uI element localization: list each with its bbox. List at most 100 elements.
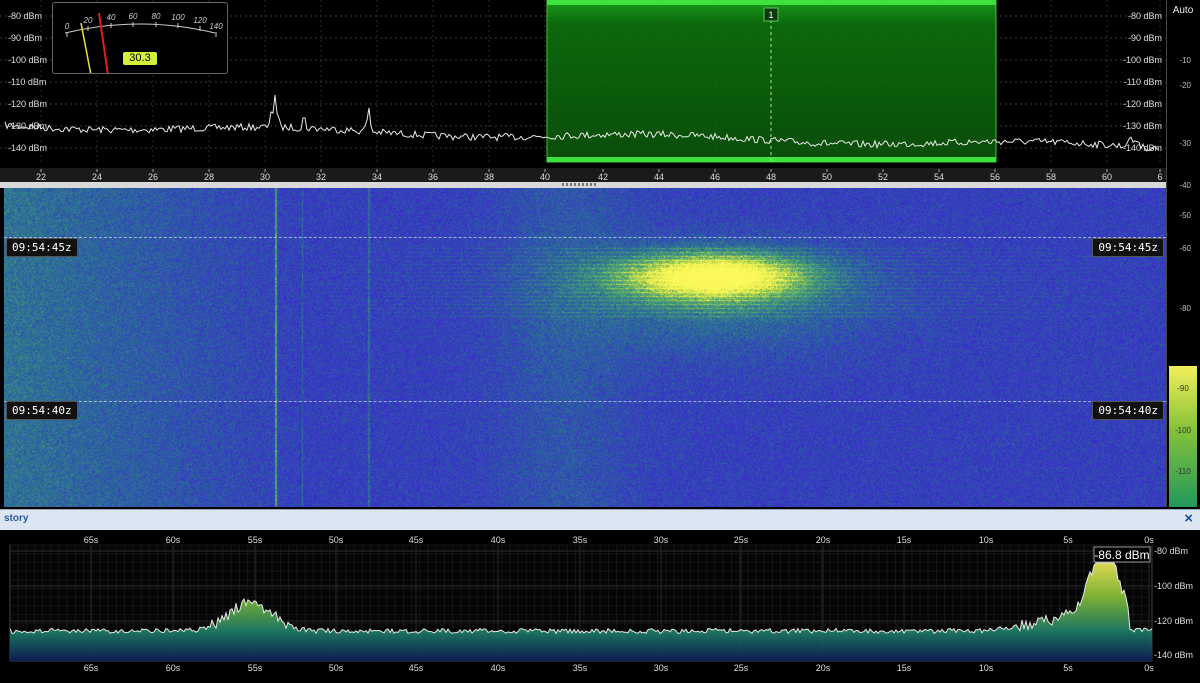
db-scale-label: -140 dBm [8,143,47,153]
db-scale-label: -100 dBm [8,55,47,65]
history-time-label: 60s [166,663,181,673]
history-time-label: 15s [897,535,912,545]
db-scale-label: -120 dBm [8,99,47,109]
history-db-label: -100 dBm [1154,581,1193,591]
history-time-label: 50s [329,663,344,673]
frequency-label: 42 [598,172,608,182]
splitter-grip-icon[interactable] [562,183,598,186]
history-time-label: 25s [734,663,749,673]
db-scale-label: -140 dBm [1123,143,1162,153]
db-scale-label: -110 dBm [1124,77,1162,87]
waterfall-display[interactable]: 09:54:45z 09:54:45z 09:54:40z 09:54:40z [4,188,1166,507]
frequency-label: 34 [372,172,382,182]
s-meter-scale-label: 100 [171,13,185,22]
history-time-label: 10s [979,535,994,545]
spectrum-display[interactable]: 1 -80 dBm -90 dBm -100 dBm -110 dBm -120 dBm… [0,0,1166,168]
s-meter: 0 20 40 60 80 100 120 140 30.3 [52,2,228,76]
frequency-label: 56 [990,172,1000,182]
level-tick-label: -40 [1179,181,1191,190]
history-time-label: 65s [84,535,99,545]
frequency-label: 50 [822,172,832,182]
history-time-label: 50s [329,535,344,545]
s-meter-yellow-needle [80,22,92,76]
history-time-label: 10s [979,663,994,673]
history-title: story [4,513,29,524]
history-panel-header: story × [0,509,1200,530]
db-scale-label: -80 dBm [1128,11,1162,21]
timestamp-line [4,401,1166,402]
history-time-label: 15s [897,663,912,673]
level-tick-label: -30 [1179,139,1191,148]
history-db-label: -120 dBm [1154,616,1193,626]
db-scale-label: -90 dBm [8,33,42,43]
s-meter-scale-label: 120 [193,16,207,25]
s-meter-scale-label: 20 [83,16,93,25]
history-time-label: 55s [248,663,263,673]
db-scale-label: -110 dBm [8,77,46,87]
level-tick-label: -10 [1179,56,1191,65]
level-tick-label: -20 [1179,81,1191,90]
level-tick-label: -80 [1179,304,1191,313]
history-time-label: 20s [816,535,831,545]
db-scale-label: -120 dBm [1123,99,1162,109]
db-scale-label: -90 dBm [1128,33,1162,43]
history-time-label: 25s [734,535,749,545]
frequency-label: 32 [316,172,326,182]
vfo-marker: 1 [768,10,773,20]
level-tick-label: -60 [1179,244,1191,253]
level-tick-label: -50 [1179,211,1191,220]
frequency-label: 44 [654,172,664,182]
history-time-label: 65s [84,663,99,673]
s-meter-readout: 30.3 [123,52,157,65]
frequency-label: 22 [36,172,46,182]
peak-readout: -86.8 dBm [1094,548,1149,562]
frequency-label: 52 [878,172,888,182]
history-db-label: -140 dBm [1154,650,1193,660]
frequency-label: 26 [148,172,158,182]
s-meter-scale-label: 140 [209,22,223,31]
history-time-label: 0s [1144,535,1154,545]
history-time-label: 5s [1063,663,1073,673]
s-meter-scale-label: 60 [129,12,138,21]
waterfall-canvas [4,188,1166,507]
frequency-label: 28 [204,172,214,182]
history-plot: 65s 65s 60s 60s 55s 55s 50s 50s 45s 45s 40s 40s 35s 3… [9,535,1193,673]
frequency-label: 38 [484,172,494,182]
history-time-label: 45s [409,663,424,673]
s-meter-needle [98,12,109,76]
frequency-label: 60 [1102,172,1112,182]
history-time-label: 0s [1144,663,1154,673]
frequency-label: 40 [540,172,550,182]
s-meter-scale-label: 0 [65,22,70,31]
frequency-label: 46 [710,172,720,182]
db-scale-label: -80 dBm [8,11,42,21]
history-time-label: 35s [573,535,588,545]
frequency-label: 30 [260,172,270,182]
frequency-label: 54 [934,172,944,182]
level-tick-label: -100 [1175,426,1192,435]
frequency-label: 24 [92,172,102,182]
s-meter-scale-label: 40 [107,13,116,22]
frequency-label: 6 [1157,172,1162,182]
db-scale-label: -130 dBm [8,121,47,131]
passband-top-bar [547,0,996,5]
level-tick-label: -90 [1177,384,1189,393]
db-scale-label: -130 dBm [1123,121,1162,131]
history-time-label: 35s [573,663,588,673]
frequency-label: 48 [766,172,776,182]
history-time-label: 40s [491,663,506,673]
frequency-axis[interactable]: 22 24 26 28 30 32 34 36 38 40 42 44 46 48 50 52 54 56 58 60… [0,168,1166,182]
frequency-label: 58 [1046,172,1056,182]
s-meter-scale-label: 80 [152,12,161,21]
timestamp-right: 09:54:45z [1092,238,1164,257]
history-time-label: 40s [491,535,506,545]
history-time-label: 5s [1063,535,1073,545]
history-time-label: 45s [409,535,424,545]
close-icon[interactable]: × [1184,510,1193,527]
history-display[interactable]: 65s 65s 60s 60s 55s 55s 50s 50s 45s 45s 40s 40s 35s 3… [0,530,1200,679]
timestamp-left: 09:54:45z [6,238,78,257]
level-tick-label: -110 [1175,467,1191,476]
auto-button[interactable]: Auto [1169,3,1197,18]
timestamp-right: 09:54:40z [1092,401,1164,420]
frequency-label: 36 [428,172,438,182]
